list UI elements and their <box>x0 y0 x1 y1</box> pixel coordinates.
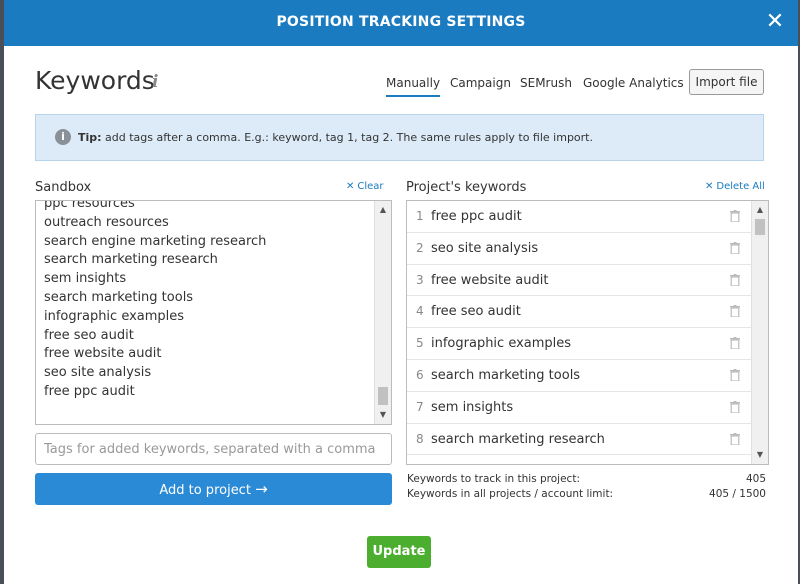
modal-title: POSITION TRACKING SETTINGS <box>276 14 526 30</box>
sandbox-scrollbar[interactable]: ▲ ▼ <box>374 201 391 424</box>
add-to-project-button[interactable]: Add to project → <box>35 473 392 505</box>
trash-icon[interactable] <box>730 432 740 445</box>
list-item: 6 search marketing tools <box>407 360 752 392</box>
sandbox-lines: ppc resources outreach resources search … <box>44 200 267 402</box>
keyword-text: free ppc audit <box>431 209 522 224</box>
scroll-up-icon[interactable]: ▲ <box>375 203 391 217</box>
add-label: Add to project <box>159 483 251 498</box>
tab-google-analytics[interactable]: Google Analytics <box>583 76 684 90</box>
tip-box: i Tip: add tags after a comma. E.g.: key… <box>35 114 764 161</box>
trash-icon[interactable] <box>730 337 740 350</box>
tip-bold: Tip: <box>78 131 102 144</box>
list-item: 8 search marketing research <box>407 424 752 456</box>
modal-header: POSITION TRACKING SETTINGS ✕ <box>4 0 798 46</box>
sandbox-line: seo site analysis <box>44 365 152 381</box>
scroll-down-icon[interactable]: ▼ <box>375 408 391 422</box>
row-number: 1 <box>416 209 424 223</box>
tab-manually[interactable]: Manually <box>386 76 441 97</box>
row-number: 4 <box>416 304 424 319</box>
tab-campaign[interactable]: Campaign <box>450 76 511 90</box>
clear-label: Clear <box>357 181 384 192</box>
close-icon: ✕ <box>705 181 714 192</box>
keyword-text: free website audit <box>431 272 549 288</box>
arrow-right-icon: → <box>255 480 268 498</box>
scroll-thumb[interactable] <box>755 219 765 235</box>
list-item: 4 free seo audit <box>407 296 752 329</box>
list-item: 2 seo site analysis <box>407 233 752 265</box>
sandbox-line: search engine marketing research <box>44 233 267 249</box>
sandbox-label: Sandbox <box>35 180 92 195</box>
list-item: 5 infographic examples <box>407 328 752 360</box>
tip-text: Tip: add tags after a comma. E.g.: keywo… <box>78 131 593 144</box>
track-count-label: Keywords to track in this project: <box>407 473 580 485</box>
row-number: 3 <box>416 272 424 287</box>
scroll-thumb[interactable] <box>378 387 388 405</box>
list-item: 3 free website audit <box>407 265 752 297</box>
sandbox-line: free ppc audit <box>44 383 135 399</box>
sandbox-line: outreach resources <box>44 214 169 230</box>
keyword-text: search marketing research <box>431 431 605 447</box>
delete-all-label: Delete All <box>716 181 765 192</box>
project-keywords-list: 1 free ppc audit 2 seo site analysis 3 f… <box>406 200 769 465</box>
keyword-text: search marketing tools <box>431 368 581 383</box>
row-number: 6 <box>416 368 424 382</box>
row-number: 2 <box>416 240 424 255</box>
trash-icon[interactable] <box>730 241 740 254</box>
sandbox-line: infographic examples <box>44 308 185 324</box>
keyword-text: free seo audit <box>431 304 521 320</box>
keyword-text: infographic examples <box>431 336 572 352</box>
position-tracking-modal: POSITION TRACKING SETTINGS ✕ Keywords i … <box>4 0 798 584</box>
row-number: 7 <box>416 399 424 414</box>
trash-icon[interactable] <box>730 210 740 222</box>
sandbox-line: sem insights <box>44 271 127 287</box>
row-number: 8 <box>416 431 424 446</box>
project-scrollbar[interactable]: ▲ ▼ <box>751 201 768 464</box>
trash-icon[interactable] <box>730 273 740 286</box>
keyword-text: sem insights <box>431 399 514 415</box>
import-file-button[interactable]: Import file <box>689 69 764 95</box>
scroll-down-icon[interactable]: ▼ <box>752 448 768 462</box>
project-keywords-label: Project's keywords <box>406 180 527 195</box>
row-number: 5 <box>416 336 424 351</box>
sandbox-line: ppc resources <box>44 200 135 211</box>
sandbox-line: search marketing tools <box>44 289 194 305</box>
account-limit-label: Keywords in all projects / account limit… <box>407 488 614 500</box>
trash-icon[interactable] <box>730 400 740 413</box>
trash-icon[interactable] <box>730 369 740 381</box>
track-count-value: 405 <box>745 473 766 485</box>
close-icon[interactable]: ✕ <box>764 11 786 33</box>
tab-semrush[interactable]: SEMrush <box>520 76 572 90</box>
delete-all-button[interactable]: ✕ Delete All <box>705 181 765 192</box>
info-icon[interactable]: i <box>152 72 158 92</box>
tags-input[interactable] <box>35 433 392 465</box>
scroll-up-icon[interactable]: ▲ <box>752 203 768 217</box>
list-item: 7 sem insights <box>407 392 752 424</box>
account-limit-value: 405 / 1500 <box>709 488 766 500</box>
keyword-text: seo site analysis <box>431 240 539 256</box>
clear-button[interactable]: ✕ Clear <box>346 181 384 192</box>
page-title: Keywords <box>35 66 155 95</box>
tip-body: add tags after a comma. E.g.: keyword, t… <box>101 131 593 144</box>
trash-icon[interactable] <box>730 305 740 318</box>
update-button[interactable]: Update <box>367 536 431 568</box>
list-item: 1 free ppc audit <box>407 201 752 233</box>
sandbox-textarea[interactable]: ppc resources outreach resources search … <box>35 200 392 425</box>
sandbox-line: free seo audit <box>44 327 134 343</box>
close-icon: ✕ <box>346 181 355 192</box>
sandbox-line: free website audit <box>44 346 162 362</box>
sandbox-line: search marketing research <box>44 252 218 268</box>
info-icon: i <box>55 129 71 145</box>
